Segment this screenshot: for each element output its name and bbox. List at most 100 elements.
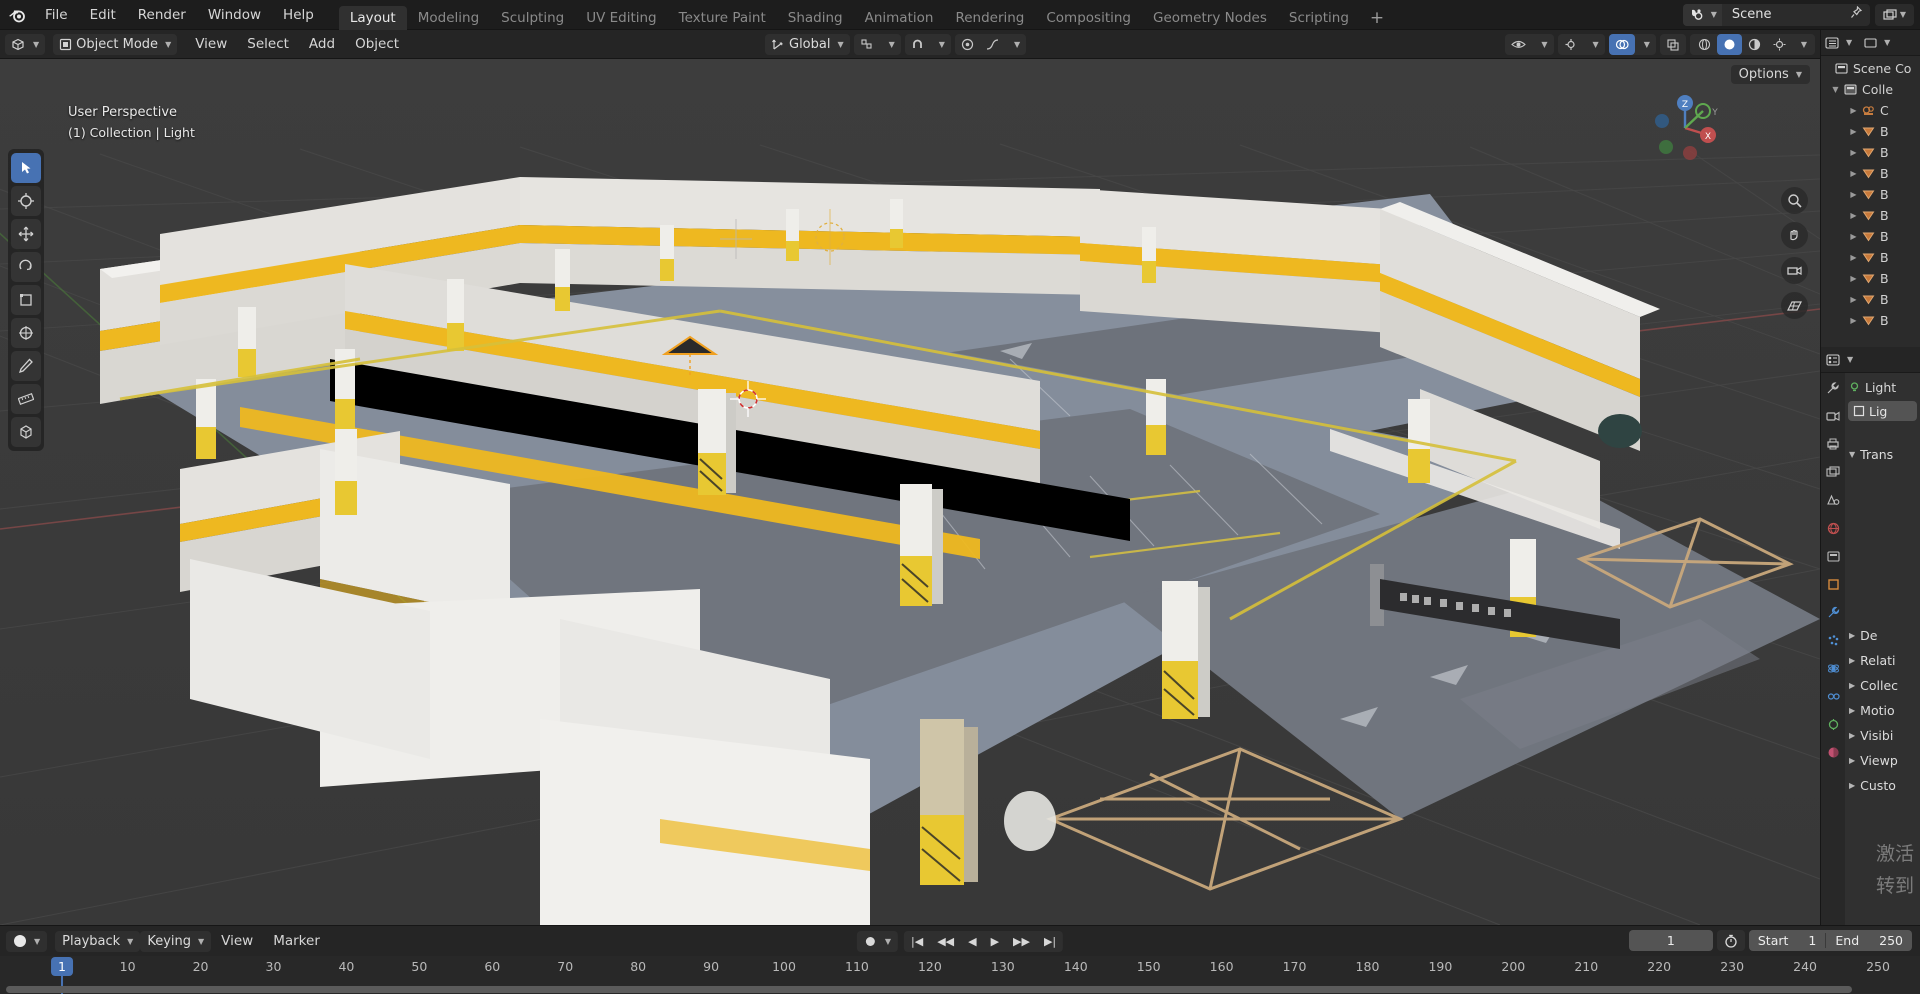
- tool-move[interactable]: [11, 219, 41, 249]
- menu-file[interactable]: File: [34, 4, 79, 26]
- panel-custom-properties[interactable]: ▶ Custo: [1845, 773, 1920, 798]
- play-reverse-button[interactable]: ◀: [961, 935, 983, 948]
- timeline-editor[interactable]: ▼ Playback ▼ Keying ▼ View Marker ▼ |◀ ◀…: [0, 925, 1920, 994]
- outliner-row-camera[interactable]: ▶ C: [1821, 100, 1920, 121]
- chevron-down-icon[interactable]: ▼: [880, 34, 901, 55]
- workspace-tab-shading[interactable]: Shading: [777, 6, 854, 30]
- auto-keying-toggle[interactable]: ▼: [856, 930, 899, 952]
- workspace-tab-rendering[interactable]: Rendering: [944, 6, 1035, 30]
- timeline-menu-keying[interactable]: Keying ▼: [140, 930, 212, 952]
- outliner-row-object[interactable]: ▶ B: [1821, 289, 1920, 310]
- navigation-gizmo[interactable]: Z X Y: [1646, 89, 1724, 167]
- view-layer-selector[interactable]: ▼: [1874, 3, 1914, 26]
- outliner-row-object[interactable]: ▶ B: [1821, 142, 1920, 163]
- outliner-row-scene-collection[interactable]: Scene Co: [1821, 58, 1920, 79]
- editor-type-selector[interactable]: ▼: [6, 930, 48, 952]
- workspace-tab-texture-paint[interactable]: Texture Paint: [668, 6, 777, 30]
- jump-to-end-button[interactable]: ▶|: [1037, 935, 1063, 948]
- panel-relations[interactable]: ▶ Relati: [1845, 648, 1920, 673]
- editor-type-selector[interactable]: ▼: [5, 33, 46, 55]
- chevron-down-icon[interactable]: ▼: [1635, 34, 1656, 55]
- tool-rotate[interactable]: [11, 252, 41, 282]
- add-workspace-button[interactable]: +: [1360, 6, 1394, 30]
- disclosure-triangle-icon[interactable]: ▶: [1847, 253, 1860, 262]
- chevron-down-icon[interactable]: ▼: [1846, 38, 1852, 47]
- jump-to-start-button[interactable]: |◀: [904, 935, 930, 948]
- end-frame-field[interactable]: End 250: [1826, 933, 1912, 948]
- menu-edit[interactable]: Edit: [79, 4, 127, 26]
- disclosure-triangle-icon[interactable]: ▶: [1849, 781, 1855, 790]
- disclosure-triangle-icon[interactable]: ▶: [1847, 232, 1860, 241]
- outliner-row-object[interactable]: ▶ B: [1821, 268, 1920, 289]
- tool-transform[interactable]: [11, 318, 41, 348]
- properties-tab-collection[interactable]: [1824, 547, 1842, 565]
- properties-tab-tool[interactable]: [1824, 379, 1842, 397]
- snap-magnet-icon[interactable]: [905, 34, 930, 55]
- panel-visibility[interactable]: ▶ Visibi: [1845, 723, 1920, 748]
- next-keyframe-button[interactable]: ▶▶: [1006, 935, 1037, 948]
- interaction-mode-selector[interactable]: Object Mode ▼: [53, 33, 178, 55]
- outliner-row-object[interactable]: ▶ B: [1821, 310, 1920, 331]
- disclosure-triangle-icon[interactable]: ▶: [1849, 656, 1855, 665]
- properties-tab-scene[interactable]: [1824, 491, 1842, 509]
- tool-annotate[interactable]: [11, 351, 41, 381]
- pan-nav-button[interactable]: [1781, 222, 1808, 249]
- gizmo-icon[interactable]: [1558, 34, 1584, 55]
- disclosure-triangle-icon[interactable]: ▶: [1847, 127, 1860, 136]
- transform-orientation-selector[interactable]: Global ▼: [765, 33, 850, 55]
- camera-view-button[interactable]: [1781, 257, 1808, 284]
- breadcrumb[interactable]: Light: [1845, 376, 1920, 398]
- xray-icon[interactable]: [1660, 34, 1686, 55]
- disclosure-triangle-icon[interactable]: ▼: [1849, 450, 1855, 459]
- disclosure-triangle-icon[interactable]: ▼: [1829, 85, 1842, 94]
- disclosure-triangle-icon[interactable]: ▶: [1849, 756, 1855, 765]
- play-button[interactable]: ▶: [984, 935, 1006, 948]
- disclosure-triangle-icon[interactable]: ▶: [1849, 731, 1855, 740]
- zoom-nav-button[interactable]: [1781, 187, 1808, 214]
- properties-tab-constraints[interactable]: [1824, 687, 1842, 705]
- blender-logo-icon[interactable]: [0, 0, 34, 30]
- timeline-scrollbar[interactable]: [6, 986, 1852, 993]
- timeline-ruler[interactable]: 10 20 30 40 50 60 70 80 90 100 110 120 130 140 150 160 1…: [0, 956, 1920, 994]
- timeline-menu-marker[interactable]: Marker: [263, 933, 330, 949]
- workspace-tab-compositing[interactable]: Compositing: [1035, 6, 1142, 30]
- properties-editor[interactable]: ▼ Light Lig ▼ Trans ▶ De ▶ Relati ▶ Coll…: [1820, 347, 1920, 925]
- disclosure-triangle-icon[interactable]: ▶: [1849, 706, 1855, 715]
- 3d-viewport[interactable]: User Perspective (1) Collection | Light: [0, 59, 1820, 925]
- disclosure-triangle-icon[interactable]: ▶: [1849, 631, 1855, 640]
- workspace-tab-uv-editing[interactable]: UV Editing: [575, 6, 667, 30]
- outliner-row-object[interactable]: ▶ B: [1821, 247, 1920, 268]
- previous-keyframe-button[interactable]: ◀◀: [930, 935, 961, 948]
- overlays-icon[interactable]: [1608, 33, 1635, 55]
- tool-cursor[interactable]: [11, 186, 41, 216]
- chevron-down-icon[interactable]: ▼: [1884, 38, 1890, 47]
- panel-viewport-display[interactable]: ▶ Viewp: [1845, 748, 1920, 773]
- workspace-tab-scripting[interactable]: Scripting: [1278, 6, 1360, 30]
- properties-tab-modifiers[interactable]: [1824, 603, 1842, 621]
- timeline-menu-view[interactable]: View: [211, 933, 263, 949]
- toggle-ortho-button[interactable]: [1781, 292, 1808, 319]
- tool-measure[interactable]: [11, 384, 41, 414]
- chevron-down-icon[interactable]: ▼: [1532, 34, 1553, 55]
- properties-tab-render[interactable]: [1824, 407, 1842, 425]
- start-frame-field[interactable]: Start 1: [1749, 933, 1826, 948]
- properties-tab-view-layer[interactable]: [1824, 463, 1842, 481]
- disclosure-triangle-icon[interactable]: ▶: [1847, 148, 1860, 157]
- outliner-row-object[interactable]: ▶ B: [1821, 226, 1920, 247]
- disclosure-triangle-icon[interactable]: ▶: [1847, 295, 1860, 304]
- timeline-menu-playback[interactable]: Playback ▼: [55, 930, 141, 952]
- pin-icon[interactable]: [1842, 5, 1870, 23]
- disclosure-triangle-icon[interactable]: ▶: [1847, 169, 1860, 178]
- proportional-edit-icon[interactable]: [955, 34, 980, 55]
- viewport-menu-view[interactable]: View: [185, 36, 237, 52]
- scene-name-field[interactable]: Scene: [1722, 7, 1842, 22]
- shading-material-preview-button[interactable]: [1742, 34, 1767, 55]
- outliner-row-object[interactable]: ▶ B: [1821, 121, 1920, 142]
- scene-selector[interactable]: ▼ Scene: [1682, 3, 1870, 26]
- disclosure-triangle-icon[interactable]: ▶: [1847, 316, 1860, 325]
- panel-transform[interactable]: ▼ Trans: [1845, 442, 1920, 467]
- disclosure-triangle-icon[interactable]: ▶: [1847, 211, 1860, 220]
- viewport-menu-select[interactable]: Select: [237, 36, 299, 52]
- tool-tweak-select-box[interactable]: [11, 153, 41, 183]
- disclosure-triangle-icon[interactable]: ▶: [1847, 274, 1860, 283]
